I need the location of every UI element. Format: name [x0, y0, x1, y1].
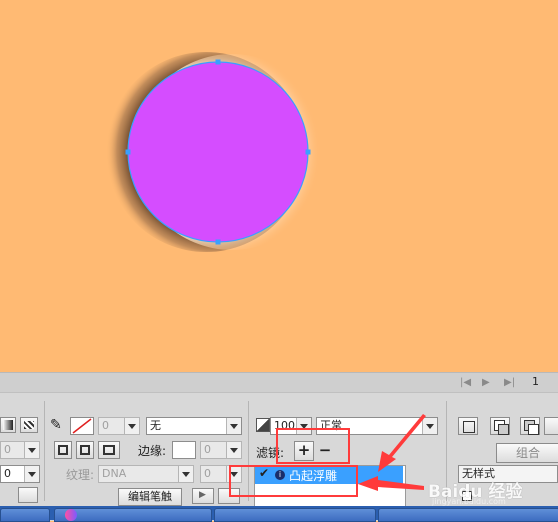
handle-bottom[interactable]: [215, 239, 221, 245]
arrange-icon-4[interactable]: [544, 417, 558, 435]
frame-number: 1: [532, 375, 539, 388]
arrange-icon-1[interactable]: [458, 417, 478, 435]
cap-icon-3[interactable]: [98, 441, 120, 459]
combine-button[interactable]: 组合: [496, 443, 558, 463]
pattern-fill-icon[interactable]: [20, 417, 38, 433]
stroke-color-swatch[interactable]: [70, 417, 94, 435]
timeline-bar: |◀ ▶ ▶| 1: [0, 372, 558, 393]
handle-right[interactable]: [305, 149, 311, 155]
watermark-url: jingyan.baidu.com: [432, 497, 506, 506]
edge-swatch[interactable]: [172, 441, 196, 459]
annotation-box-add-filter: [276, 428, 350, 464]
brush-tool-icon[interactable]: ▶: [192, 488, 214, 504]
taskbar: [0, 506, 558, 522]
canvas-area[interactable]: [0, 0, 558, 368]
stroke-width-field[interactable]: 0: [98, 417, 140, 435]
left-value-2[interactable]: 0: [0, 465, 40, 483]
app-icon: [65, 509, 77, 521]
cap-icon-2[interactable]: [76, 441, 94, 459]
left-value-1[interactable]: 0: [0, 441, 40, 459]
handle-left[interactable]: [125, 149, 131, 155]
edge-field[interactable]: 0: [200, 441, 242, 459]
divider: [44, 401, 45, 501]
cap-icon-1[interactable]: [54, 441, 72, 459]
edge-label: 边缘:: [138, 444, 167, 458]
gradient-fill-icon[interactable]: [0, 417, 16, 433]
first-frame-icon[interactable]: |◀: [460, 377, 471, 388]
edit-brush-button[interactable]: 编辑笔触: [118, 488, 182, 506]
opacity-icon: [256, 418, 270, 432]
texture-label: 纹理:: [66, 468, 95, 482]
last-frame-icon[interactable]: ▶|: [504, 377, 515, 388]
texture-select[interactable]: DNA: [98, 465, 194, 483]
left-swatch-button[interactable]: [18, 487, 38, 503]
play-icon[interactable]: ▶: [482, 377, 490, 388]
arrange-icon-2[interactable]: [490, 417, 510, 435]
canvas-drawing: [106, 52, 330, 252]
annotation-box-filter-item: [229, 465, 358, 497]
arrange-icon-3[interactable]: [520, 417, 540, 435]
handle-top[interactable]: [215, 59, 221, 65]
pencil-icon: ✎: [50, 417, 62, 433]
purple-circle[interactable]: [127, 61, 309, 243]
stroke-style-select[interactable]: 无: [146, 417, 242, 435]
